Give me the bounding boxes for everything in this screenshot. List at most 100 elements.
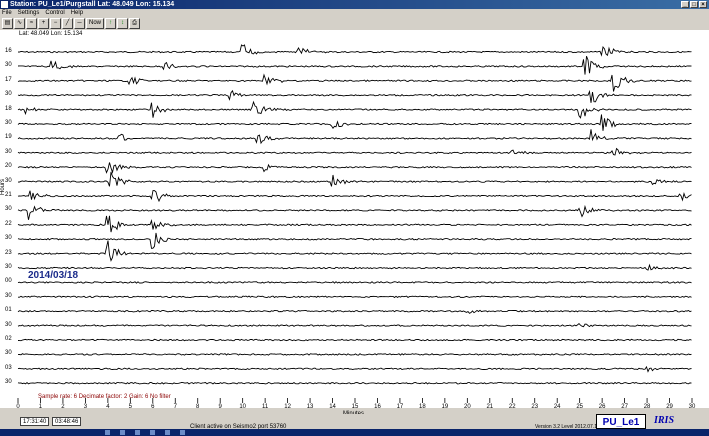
station-location-label: Lat: 48.049 Lon: 15.134	[19, 31, 83, 37]
window-title-bar: Station: PU_Le1/Purgstall Lat: 48.049 Lo…	[0, 0, 709, 9]
x-tick-label: 19	[441, 404, 449, 410]
x-tick-label: 29	[666, 404, 673, 410]
arrow-down-icon[interactable]: ↕	[117, 18, 129, 29]
x-tick-label: 14	[329, 404, 336, 410]
x-tick-label: 6	[151, 404, 155, 410]
station-code: PU_Le1	[596, 414, 646, 429]
trace-line	[17, 232, 692, 249]
trace-line	[17, 55, 692, 75]
x-tick-label: 30	[688, 404, 696, 410]
arrow-up-icon[interactable]: ↑	[105, 18, 117, 29]
x-tick-label: 27	[621, 404, 628, 410]
x-tick-label: 7	[173, 404, 177, 410]
row-label: 30	[5, 350, 12, 357]
row-label: 19	[5, 134, 12, 141]
row-label: 30	[5, 148, 12, 155]
x-tick-label: 1	[38, 404, 43, 410]
date-label: 2014/03/18	[28, 270, 79, 281]
trace-line	[18, 295, 692, 299]
seismogram-traces	[17, 44, 693, 403]
trace-line	[17, 147, 692, 156]
trace-line	[17, 338, 692, 342]
x-tick-label: 9	[218, 404, 222, 410]
slope-icon[interactable]: ╱	[62, 18, 73, 29]
line-icon[interactable]: ─	[74, 18, 85, 29]
wave-icon[interactable]: ∿	[14, 18, 25, 29]
minimize-icon[interactable]: _	[681, 1, 689, 8]
menu-file[interactable]: File	[2, 9, 12, 17]
app-icon	[1, 1, 8, 8]
row-label: 20	[5, 163, 12, 170]
trace-line	[17, 89, 692, 103]
now-button[interactable]: Now	[86, 18, 105, 29]
menu-settings[interactable]: Settings	[18, 9, 40, 17]
row-label: 30	[5, 91, 12, 98]
row-label: 30	[5, 264, 12, 270]
row-label: 30	[5, 177, 12, 184]
x-tick-label: 3	[83, 404, 88, 410]
x-tick-label: 5	[128, 404, 132, 410]
taskbar-app-icon[interactable]	[135, 430, 140, 435]
close-icon[interactable]: ×	[699, 1, 707, 8]
x-tick-label: 16	[374, 404, 381, 410]
x-tick-label: 25	[576, 404, 583, 410]
x-tick-label: 21	[486, 404, 494, 410]
trace-line	[17, 309, 692, 314]
start-time-field[interactable]: 17:31:40	[20, 417, 50, 426]
wave-alt-icon[interactable]: ≈	[26, 18, 37, 29]
menu-bar: File Settings Control Help	[0, 9, 709, 17]
toolbar: ▤ ∿ ≈ + − ╱ ─ Now ↑ ↕ ⎙	[0, 17, 709, 30]
x-tick-label: 20	[463, 404, 471, 410]
trace-line	[17, 204, 692, 220]
taskbar	[0, 429, 709, 436]
print-icon[interactable]: ⎙	[129, 18, 141, 29]
row-label: 30	[5, 206, 12, 213]
trace-line	[17, 263, 692, 271]
taskbar-app-icon[interactable]	[150, 430, 155, 435]
x-tick-label: 26	[598, 404, 606, 410]
x-tick-label: 17	[396, 404, 404, 410]
trace-line	[17, 129, 692, 145]
trace-line	[17, 365, 692, 373]
x-tick-label: 15	[351, 404, 359, 410]
x-tick-label: 18	[419, 404, 426, 410]
open-icon[interactable]: ▤	[2, 18, 13, 29]
acquisition-info: Sample rate: 6 Decimate factor: 2 Gain: …	[38, 394, 171, 400]
x-tick-label: 22	[508, 404, 516, 410]
trace-line	[17, 353, 692, 356]
taskbar-app-icon[interactable]	[120, 430, 125, 435]
row-label: 00	[5, 278, 12, 285]
trace-line	[17, 100, 692, 119]
trace-line	[17, 44, 692, 57]
trace-line	[17, 281, 692, 284]
x-tick-label: 23	[531, 404, 539, 410]
taskbar-app-icon[interactable]	[165, 430, 170, 435]
menu-control[interactable]: Control	[45, 9, 64, 17]
row-label: 16	[5, 48, 12, 54]
row-label: 17	[5, 76, 12, 83]
trace-line	[17, 240, 692, 262]
zoom-out-icon[interactable]: −	[50, 18, 61, 29]
x-tick-label: 28	[643, 404, 651, 410]
x-tick-label: 11	[262, 404, 269, 410]
trace-line	[17, 171, 692, 187]
taskbar-app-icon[interactable]	[180, 430, 185, 435]
menu-help[interactable]: Help	[71, 9, 83, 17]
x-tick-label: 12	[284, 404, 291, 410]
trace-line	[17, 381, 692, 385]
x-tick-label: 0	[16, 404, 20, 410]
row-label: 30	[5, 379, 12, 386]
taskbar-app-icon[interactable]	[105, 430, 110, 435]
row-label: 30	[5, 120, 12, 126]
maximize-icon[interactable]: □	[690, 1, 698, 8]
iris-logo: IRIS	[654, 415, 675, 426]
trace-line	[17, 215, 692, 233]
row-label: 30	[5, 292, 12, 299]
trace-line	[17, 114, 692, 131]
zoom-in-icon[interactable]: +	[38, 18, 49, 29]
row-label: 30	[5, 235, 12, 242]
end-time-field[interactable]: 03:48:46	[52, 417, 82, 426]
window-title: Station: PU_Le1/Purgstall Lat: 48.049 Lo…	[10, 1, 175, 8]
row-label: 21	[5, 192, 12, 198]
row-label: 02	[5, 336, 12, 342]
